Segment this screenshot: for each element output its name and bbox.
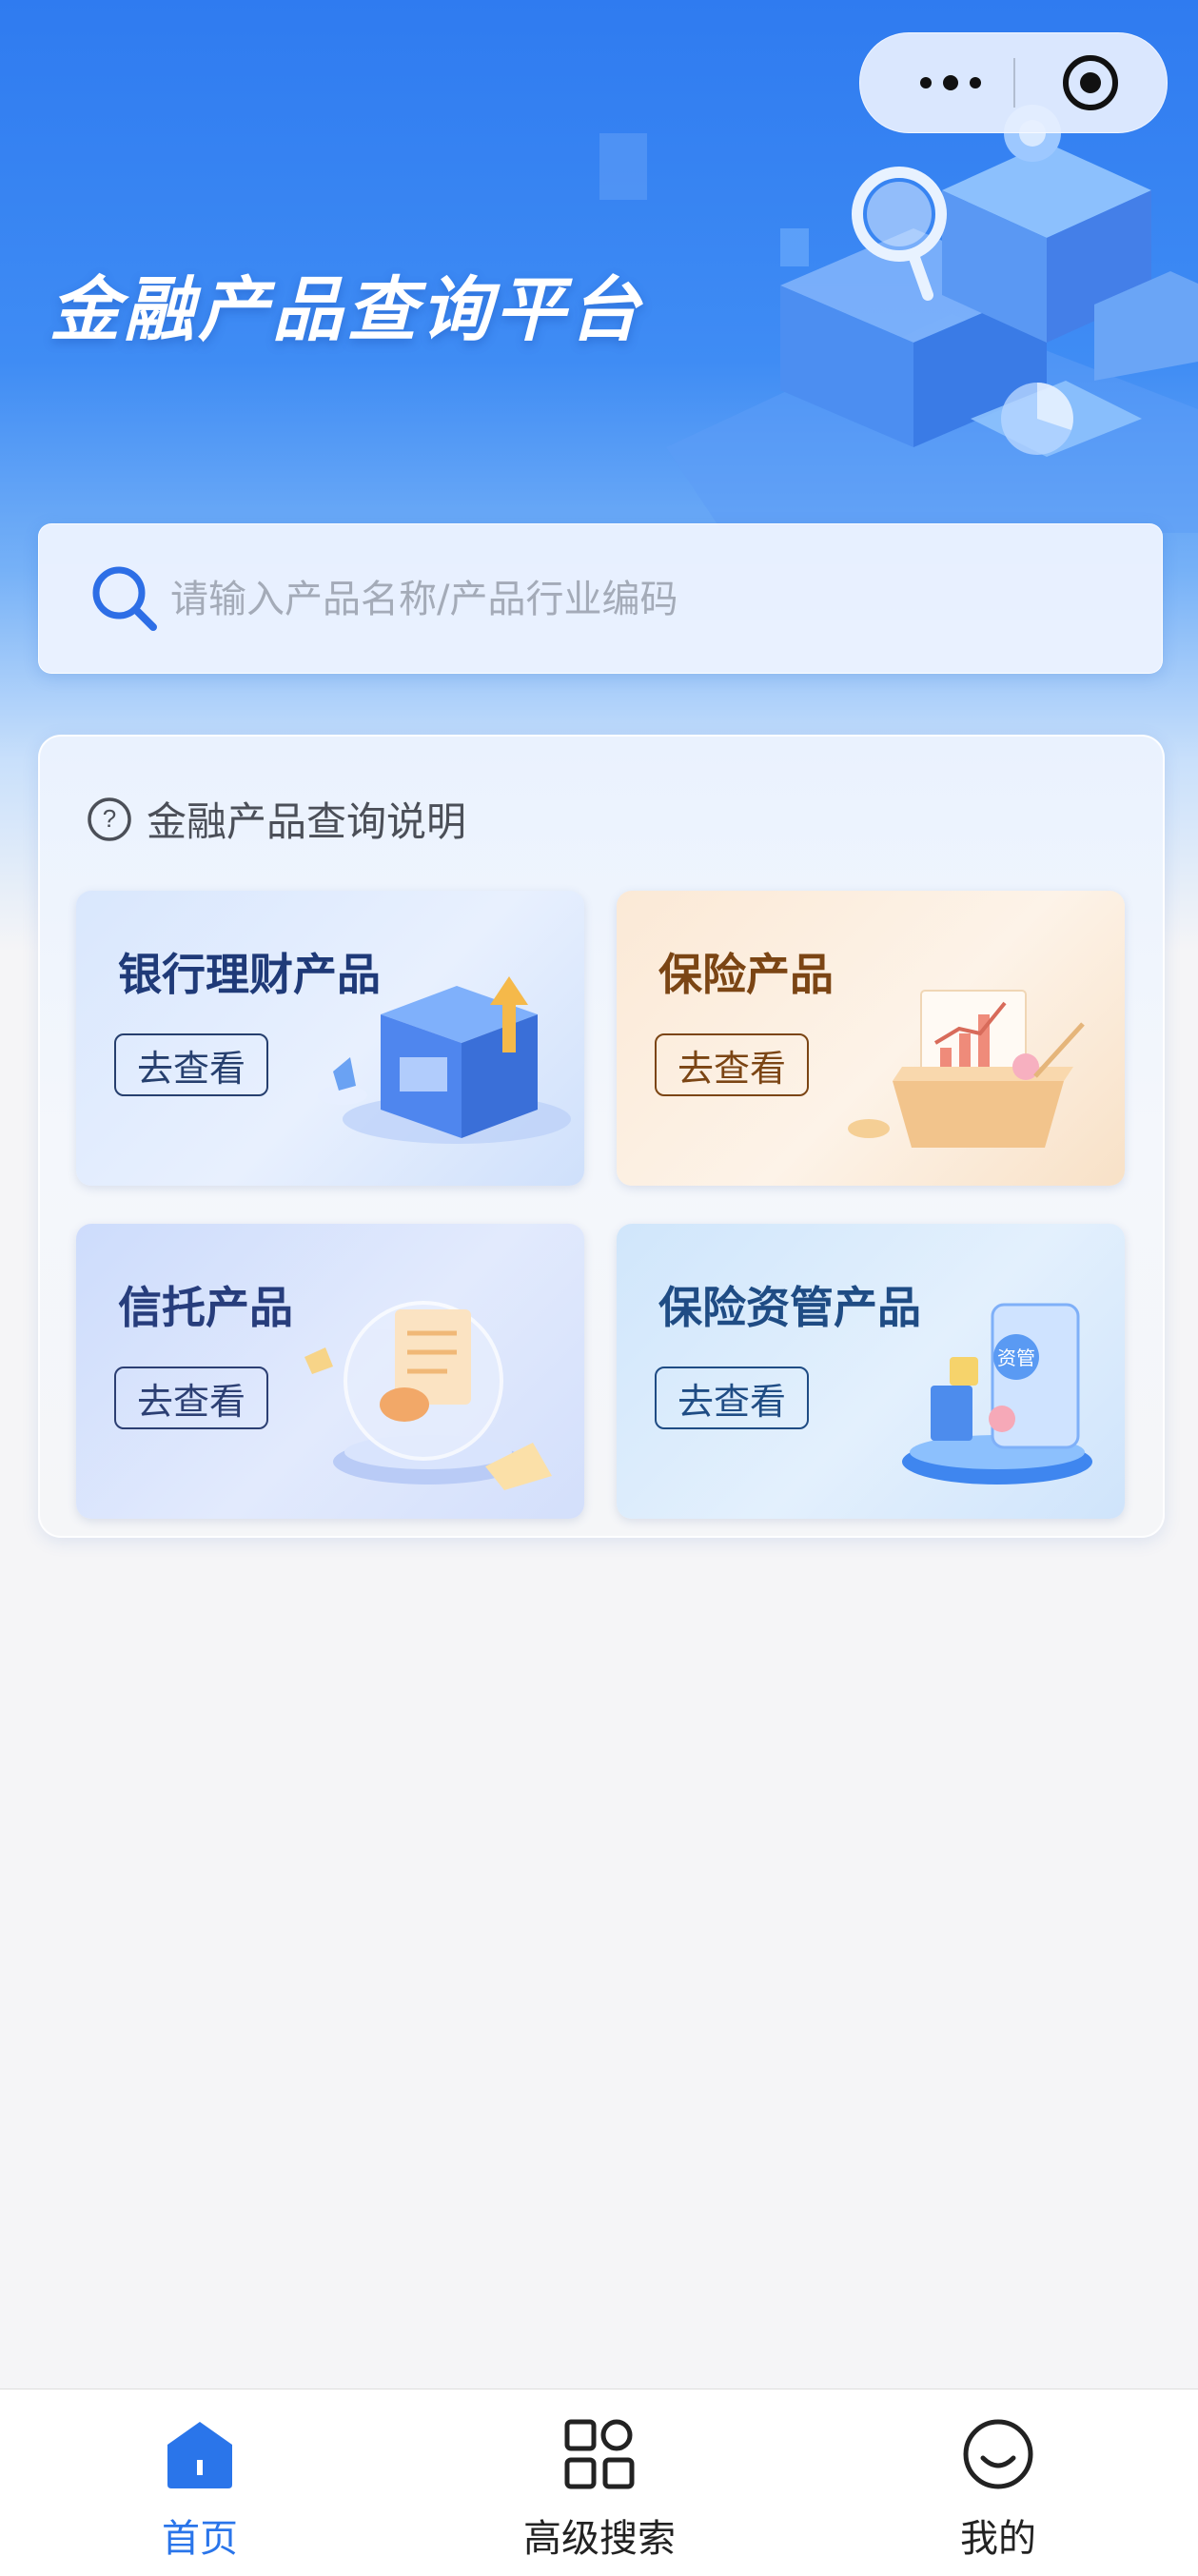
search-box[interactable] — [38, 523, 1163, 674]
view-bank-wealth-button[interactable]: 去查看 — [114, 1033, 268, 1096]
svg-text:资管: 资管 — [997, 1347, 1035, 1369]
search-icon — [92, 566, 157, 631]
tab-label: 首页 — [162, 2517, 238, 2561]
capsule-divider — [1013, 58, 1015, 108]
tab-label: 我的 — [960, 2517, 1036, 2561]
question-circle-icon: ? — [88, 796, 131, 841]
card-title: 银行理财产品 — [118, 949, 381, 1000]
query-help-label: 金融产品查询说明 — [147, 798, 467, 845]
card-insurance-asset-management[interactable]: 资管 保险资管产品 去查看 — [617, 1224, 1125, 1519]
view-trust-button[interactable]: 去查看 — [114, 1367, 268, 1429]
card-title: 保险产品 — [658, 949, 834, 1000]
bottom-tab-bar: 首页 高级搜索 我的 — [0, 2389, 1198, 2576]
card-title: 信托产品 — [118, 1282, 293, 1333]
view-insurance-button[interactable]: 去查看 — [655, 1033, 809, 1096]
product-panel: ? 金融产品查询说明 银行理财产品 去查看 保险产品 去查看 信托产品 去查看 … — [38, 735, 1165, 1538]
view-insurance-asset-management-button[interactable]: 去查看 — [655, 1367, 809, 1429]
card-title: 保险资管产品 — [658, 1282, 921, 1333]
search-input[interactable] — [168, 559, 1124, 640]
home-icon — [167, 2422, 232, 2488]
grid-icon — [564, 2419, 635, 2489]
card-bank-wealth[interactable]: 银行理财产品 去查看 — [76, 891, 584, 1186]
card-insurance[interactable]: 保险产品 去查看 — [617, 891, 1125, 1186]
tab-mine[interactable]: 我的 — [855, 2389, 1141, 2576]
card-trust[interactable]: 信托产品 去查看 — [76, 1224, 584, 1519]
target-circle-icon[interactable] — [1062, 54, 1119, 111]
more-dots-icon[interactable] — [898, 52, 1003, 113]
query-help-link[interactable]: ? 金融产品查询说明 — [86, 790, 466, 848]
mini-program-capsule — [859, 32, 1168, 133]
tab-home[interactable]: 首页 — [57, 2389, 343, 2576]
page-title: 金融产品查询平台 — [49, 269, 643, 351]
svg-text:?: ? — [103, 804, 116, 833]
smiley-icon — [963, 2419, 1033, 2489]
tab-label: 高级搜索 — [523, 2517, 676, 2561]
tab-advanced-search[interactable]: 高级搜索 — [457, 2389, 742, 2576]
